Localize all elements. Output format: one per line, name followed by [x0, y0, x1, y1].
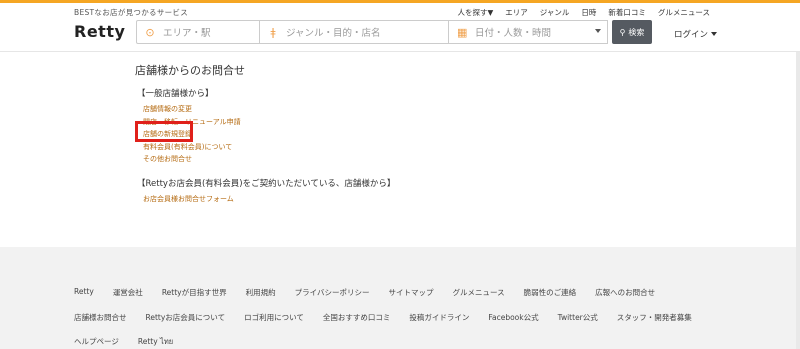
- footer-link-store-inquiry[interactable]: 店舗様お問合せ: [74, 312, 127, 323]
- search-button[interactable]: ⚲ 検索: [612, 20, 652, 44]
- brand-accent-bar: [0, 0, 800, 3]
- map-pin-icon: ⊙: [145, 25, 155, 39]
- footer-link-retty-thai[interactable]: Retty ไทย: [138, 336, 173, 348]
- footer-row-3: ヘルプページ Retty ไทย: [74, 336, 192, 348]
- footer-row-1: Retty 運営会社 Rettyが目指す世界 利用規約 プライバシーポリシー サ…: [74, 287, 674, 298]
- footer-link-press[interactable]: 広報へのお問合せ: [595, 287, 655, 298]
- footer-link-vulnerability[interactable]: 脆弱性のご連絡: [524, 287, 577, 298]
- page-title: 店舗様からのお問合せ: [135, 64, 245, 77]
- link-member-inquiry-form[interactable]: お店会員様お問合せフォーム: [143, 194, 234, 204]
- footer-link-terms[interactable]: 利用規約: [246, 287, 276, 298]
- link-change-store-info[interactable]: 店舗情報の変更: [143, 104, 192, 114]
- footer-row-2: 店舗様お問合せ Rettyお店会員について ロゴ利用について 全国おすすめ口コミ…: [74, 312, 711, 323]
- genre-placeholder: ジャンル・目的・店名: [286, 28, 381, 39]
- footer-link-gourmet-news[interactable]: グルメニュース: [452, 287, 504, 298]
- login-label: ログイン: [674, 30, 709, 40]
- footer-link-store-member[interactable]: Rettyお店会員について: [146, 312, 226, 323]
- date-people-time-select[interactable]: ▦ 日付・人数・時間: [449, 20, 608, 44]
- area-placeholder: エリア・駅: [163, 28, 211, 39]
- magnifier-icon: ⚲: [619, 27, 626, 37]
- topnav-people[interactable]: 人を探す▼: [457, 7, 493, 18]
- calendar-icon: ▦: [457, 25, 468, 39]
- footer-link-vision[interactable]: Rettyが目指す世界: [162, 287, 227, 298]
- fork-knife-icon: ǂ: [270, 25, 276, 39]
- area-search-input[interactable]: ⊙ エリア・駅: [136, 20, 260, 44]
- retty-logo[interactable]: Retty: [74, 22, 125, 41]
- page-scrollbar[interactable]: [796, 52, 800, 349]
- highlight-annotation-box: [135, 121, 193, 142]
- topnav-genre[interactable]: ジャンル: [540, 7, 570, 18]
- site-footer: [0, 247, 800, 349]
- topnav-gourmet-news[interactable]: グルメニュース: [658, 7, 710, 18]
- chevron-down-icon: [595, 29, 601, 33]
- footer-link-post-guidelines[interactable]: 投稿ガイドライン: [409, 312, 469, 323]
- footer-link-sitemap[interactable]: サイトマップ: [388, 287, 433, 298]
- footer-link-logo-usage[interactable]: ロゴ利用について: [244, 312, 304, 323]
- footer-link-company[interactable]: 運営会社: [113, 287, 143, 298]
- site-tagline: BESTなお店が見つかるサービス: [74, 8, 189, 17]
- footer-link-recruit[interactable]: スタッフ・開発者募集: [617, 312, 692, 323]
- search-button-label: 検索: [628, 27, 645, 37]
- topnav-datetime[interactable]: 日時: [581, 7, 596, 18]
- login-menu[interactable]: ログイン: [674, 28, 718, 40]
- footer-link-help[interactable]: ヘルプページ: [74, 336, 119, 348]
- footer-link-facebook[interactable]: Facebook公式: [488, 312, 538, 323]
- top-navigation: 人を探す▼ エリア ジャンル 日時 新着口コミ グルメニュース: [457, 7, 710, 18]
- footer-link-twitter[interactable]: Twitter公式: [558, 312, 598, 323]
- footer-link-recommended-reviews[interactable]: 全国おすすめ口コミ: [323, 312, 391, 323]
- section-paid-member-heading: 【Rettyお店会員(有料会員)をご契約いただいている、店舗様から】: [137, 179, 396, 189]
- search-bar: ⊙ エリア・駅 ǂ ジャンル・目的・店名 ▦ 日付・人数・時間 ⚲ 検索: [136, 20, 652, 44]
- genre-search-input[interactable]: ǂ ジャンル・目的・店名: [260, 20, 449, 44]
- link-other-inquiries[interactable]: その他お問合せ: [143, 154, 192, 164]
- section-general-stores-heading: 【一般店舗様から】: [137, 89, 214, 99]
- footer-link-privacy[interactable]: プライバシーポリシー: [295, 287, 370, 298]
- footer-link-retty[interactable]: Retty: [74, 287, 94, 298]
- header-divider: [0, 51, 800, 52]
- date-placeholder: 日付・人数・時間: [475, 28, 552, 39]
- link-paid-member-about[interactable]: 有料会員(有料会員)について: [143, 142, 232, 152]
- topnav-area[interactable]: エリア: [505, 7, 528, 18]
- topnav-new-reviews[interactable]: 新着口コミ: [608, 7, 646, 18]
- chevron-down-icon: [711, 32, 718, 36]
